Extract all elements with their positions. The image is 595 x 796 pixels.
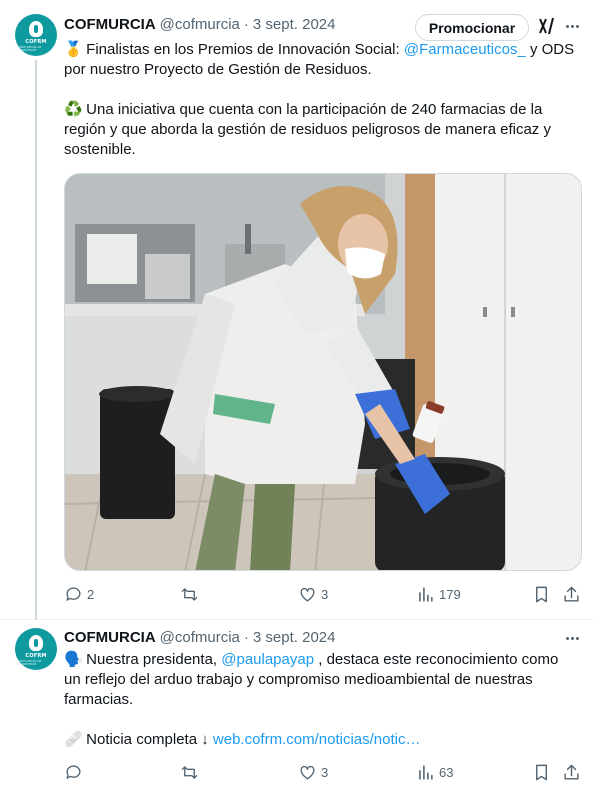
reply-button[interactable] xyxy=(64,762,87,782)
bookmark-button[interactable] xyxy=(532,584,551,604)
grok-icon[interactable] xyxy=(537,16,557,36)
tweet-text: 🥇 Finalistas en los Premios de Innovació… xyxy=(64,40,579,80)
tweet-actions: 2 3 179 xyxy=(64,584,582,604)
separator: · xyxy=(243,628,249,646)
mention-link[interactable]: @Farmaceuticos_ xyxy=(404,41,526,58)
views-button[interactable]: 179 xyxy=(416,584,461,604)
text-part: Noticia completa ↓ xyxy=(86,731,209,748)
tweet-photo[interactable] xyxy=(64,173,582,571)
tweet-date[interactable]: 3 sept. 2024 xyxy=(253,16,336,33)
tweet-1[interactable]: COFRM COLEGIO OFICIAL DE FARMACÉUTICOS C… xyxy=(0,0,595,620)
pill-emoji: 🩹 xyxy=(64,731,83,748)
author-name[interactable]: COFMURCIA xyxy=(64,16,156,33)
share-icon xyxy=(564,764,579,780)
promote-button[interactable]: Promocionar xyxy=(415,14,529,41)
author-handle[interactable]: @cofmurcia xyxy=(160,16,240,33)
avatar[interactable]: COFRM COLEGIO OFICIAL DE FARMACÉUTICOS xyxy=(15,628,57,670)
tweet-header: COFMURCIA @cofmurcia · 3 sept. 2024 xyxy=(64,627,335,647)
avatar-text: COFRM xyxy=(25,652,47,659)
tweet-text: 🗣️ Nuestra presidenta, @paulapayap , des… xyxy=(64,650,579,710)
tweet-text-2: ♻️ Una iniciativa que cuenta con la part… xyxy=(64,100,579,160)
reply-button[interactable]: 2 xyxy=(64,584,94,604)
speaker-emoji: 🗣️ xyxy=(64,651,83,668)
tweet-date[interactable]: 3 sept. 2024 xyxy=(253,629,336,646)
share-icon xyxy=(564,586,579,602)
author-handle[interactable]: @cofmurcia xyxy=(160,629,240,646)
author-name[interactable]: COFMURCIA xyxy=(64,629,156,646)
views-button[interactable]: 63 xyxy=(416,762,453,782)
medal-emoji: 🥇 xyxy=(64,41,83,58)
repost-button[interactable] xyxy=(180,584,203,604)
heart-icon xyxy=(300,587,315,602)
avatar-subtext: COLEGIO OFICIAL DE FARMACÉUTICOS xyxy=(15,45,42,52)
reply-icon xyxy=(66,764,81,779)
tweet-actions: 3 63 xyxy=(64,762,582,782)
tweet-header: COFMURCIA @cofmurcia · 3 sept. 2024 xyxy=(64,14,335,34)
news-link[interactable]: web.cofrm.com/noticias/notic… xyxy=(213,731,421,748)
more-icon[interactable] xyxy=(562,16,582,36)
share-button[interactable] xyxy=(562,584,581,604)
tweet-text-2: 🩹 Noticia completa ↓ web.cofrm.com/notic… xyxy=(64,730,579,750)
heart-icon xyxy=(300,765,315,780)
like-button[interactable]: 3 xyxy=(298,762,328,782)
pharmacy-logo-icon xyxy=(29,634,43,651)
share-button[interactable] xyxy=(562,762,581,782)
views-count: 63 xyxy=(439,764,454,780)
reply-icon xyxy=(66,586,81,601)
text-part: Finalistas en los Premios de Innovación … xyxy=(86,41,400,58)
tweet-2[interactable]: COFRM COLEGIO OFICIAL DE FARMACÉUTICOS C… xyxy=(0,620,595,796)
avatar-text: COFRM xyxy=(25,38,47,45)
views-icon xyxy=(419,586,433,602)
repost-button[interactable] xyxy=(180,762,203,782)
reply-count: 2 xyxy=(87,586,95,602)
bookmark-button[interactable] xyxy=(532,762,551,782)
thread-line xyxy=(35,60,37,620)
mention-link[interactable]: @paulapayap xyxy=(221,651,314,668)
pharmacy-photo xyxy=(65,174,581,570)
repost-icon xyxy=(181,587,198,601)
like-count: 3 xyxy=(321,586,329,602)
like-count: 3 xyxy=(321,764,329,780)
separator: · xyxy=(243,15,249,33)
avatar-subtext: COLEGIO OFICIAL DE FARMACÉUTICOS xyxy=(15,659,42,666)
avatar[interactable]: COFRM COLEGIO OFICIAL DE FARMACÉUTICOS xyxy=(15,14,57,56)
more-icon[interactable] xyxy=(562,628,582,648)
recycle-emoji: ♻️ xyxy=(64,101,83,118)
views-count: 179 xyxy=(439,586,461,602)
text-part: Nuestra presidenta, xyxy=(86,651,218,668)
text-part: Una iniciativa que cuenta con la partici… xyxy=(64,101,551,158)
bookmark-icon xyxy=(536,586,547,602)
views-icon xyxy=(419,764,433,780)
repost-icon xyxy=(181,765,198,779)
like-button[interactable]: 3 xyxy=(298,584,328,604)
bookmark-icon xyxy=(536,764,547,780)
pharmacy-logo-icon xyxy=(29,20,43,37)
